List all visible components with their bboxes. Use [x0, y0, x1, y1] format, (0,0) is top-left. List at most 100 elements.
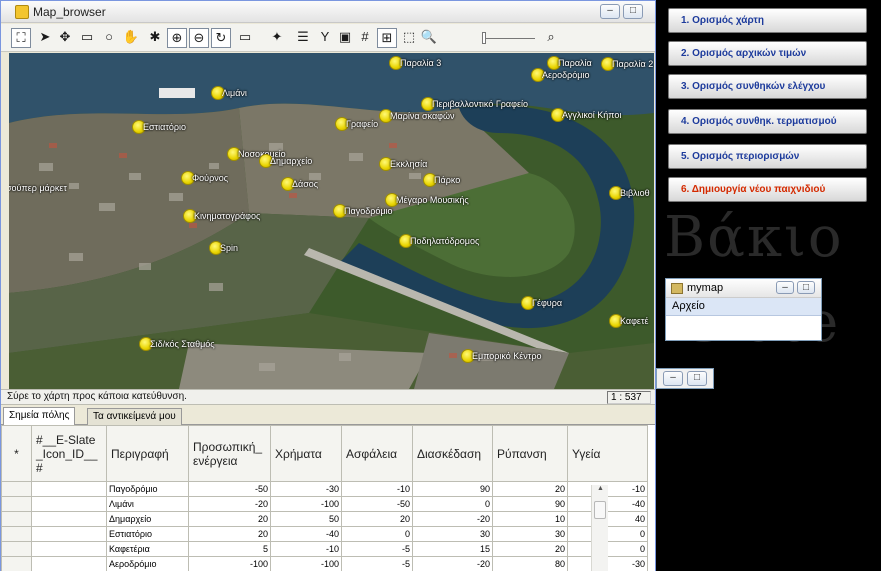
cell-fun[interactable]: 15 — [412, 541, 493, 557]
refresh-icon[interactable]: ↻ — [211, 28, 231, 48]
cell-personal-energy[interactable]: -20 — [188, 496, 271, 512]
map-marker[interactable]: Δάσος — [281, 177, 318, 191]
zoom-window-icon[interactable]: ⬚ — [399, 28, 419, 48]
map-marker[interactable]: Ποδηλατόδρομος — [399, 234, 479, 248]
cell-fun[interactable]: -20 — [412, 511, 493, 527]
cell-money[interactable]: -100 — [270, 556, 342, 571]
map-marker[interactable]: σούπερ μάρκετ — [9, 181, 67, 195]
map-marker[interactable]: Παγοδρόμιο — [333, 204, 393, 218]
map-marker[interactable]: Καφετέ — [609, 314, 649, 328]
cell-description[interactable]: Εστιατόριο — [106, 526, 189, 542]
minimize-button[interactable]: – — [776, 281, 794, 294]
cell-fun[interactable]: 30 — [412, 526, 493, 542]
cell-safety[interactable]: 0 — [341, 526, 413, 542]
cell-money[interactable]: -10 — [270, 541, 342, 557]
magnifier-icon[interactable]: ⌕ — [541, 28, 561, 48]
row-header[interactable] — [1, 496, 32, 512]
layers-icon[interactable]: ☰ — [293, 28, 313, 48]
window-titlebar[interactable]: Map_browser – □ — [1, 1, 655, 23]
scroll-thumb[interactable] — [594, 501, 606, 519]
new-game-button[interactable]: 6. Δημιουργία νέου παιχνιδιού — [668, 177, 867, 202]
column-header[interactable]: Ρύπανση — [492, 425, 568, 482]
map-marker[interactable]: Μέγαρο Μουσικής — [385, 193, 469, 207]
pin-icon[interactable]: ✱ — [145, 28, 165, 48]
row-header[interactable] — [1, 541, 32, 557]
filter-icon[interactable]: Y — [315, 28, 335, 48]
grid-icon[interactable]: # — [355, 28, 375, 48]
cell-pollution[interactable]: 20 — [492, 541, 568, 557]
minimized-window[interactable]: – □ — [656, 368, 714, 389]
cell-description[interactable]: Λιμάνι — [106, 496, 189, 512]
table-row[interactable]: Καφετέρια 5 -10 -5 15 20 0 — [1, 541, 648, 557]
map-marker[interactable]: Δημαρχείο — [259, 154, 312, 168]
zoom-in-icon[interactable]: ⊕ — [167, 28, 187, 48]
table-row[interactable]: Αεροδρόμιο -100 -100 -5 -20 80 -30 — [1, 556, 648, 571]
cell-safety[interactable]: -5 — [341, 556, 413, 571]
row-header[interactable] — [1, 556, 32, 571]
map-marker[interactable]: Γέφυρα — [521, 296, 562, 310]
cell-fun[interactable]: 0 — [412, 496, 493, 512]
grab-icon[interactable]: ✋ — [121, 28, 141, 48]
cell-safety[interactable]: -5 — [341, 541, 413, 557]
cell-safety[interactable]: -10 — [341, 481, 413, 497]
table-row[interactable]: Δημαρχείο 20 50 20 -20 10 40 — [1, 511, 648, 527]
column-header[interactable]: Διασκέδαση — [412, 425, 493, 482]
map-marker[interactable]: Αεροδρόμιο — [531, 68, 589, 82]
cell-pollution[interactable]: 30 — [492, 526, 568, 542]
cell-personal-energy[interactable]: 20 — [188, 511, 271, 527]
cell-safety[interactable]: -50 — [341, 496, 413, 512]
row-header[interactable] — [1, 481, 32, 497]
cell-fun[interactable]: 90 — [412, 481, 493, 497]
cell-icon-id[interactable] — [31, 481, 107, 497]
table-row[interactable]: Εστιατόριο 20 -40 0 30 30 0 — [1, 526, 648, 542]
cell-money[interactable]: -40 — [270, 526, 342, 542]
cell-personal-energy[interactable]: 5 — [188, 541, 271, 557]
map-marker[interactable]: Εστιατόριο — [132, 120, 186, 134]
map-marker[interactable]: Βιβλιοθ — [609, 186, 650, 200]
menu-file[interactable]: Αρχείο — [666, 298, 821, 316]
table-row[interactable]: Λιμάνι -20 -100 -50 0 90 -40 — [1, 496, 648, 512]
cell-icon-id[interactable] — [31, 526, 107, 542]
map-marker[interactable]: Εμπορικό Κέντρο — [461, 349, 542, 363]
cell-icon-id[interactable] — [31, 541, 107, 557]
map-marker[interactable]: Λιμάνι — [211, 86, 247, 100]
cell-pollution[interactable]: 90 — [492, 496, 568, 512]
constraints-button[interactable]: 5. Ορισμός περιορισμών — [668, 144, 867, 169]
cell-fun[interactable]: -20 — [412, 556, 493, 571]
tab-my-objects[interactable]: Τα αντικείμενά μου — [87, 408, 182, 425]
initial-values-button[interactable]: 2. Ορισμός αρχικών τιμών — [668, 41, 867, 66]
cell-pollution[interactable]: 80 — [492, 556, 568, 571]
image-icon[interactable]: ▣ — [335, 28, 355, 48]
rect-select-icon[interactable]: ▭ — [77, 28, 97, 48]
pan-icon[interactable]: ✥ — [55, 28, 75, 48]
grid-scrollbar[interactable]: ▲ — [591, 485, 608, 571]
maximize-button[interactable]: □ — [687, 371, 707, 386]
cell-money[interactable]: -30 — [270, 481, 342, 497]
column-header[interactable]: Χρήματα — [270, 425, 342, 482]
cell-personal-energy[interactable]: 20 — [188, 526, 271, 542]
cell-money[interactable]: -100 — [270, 496, 342, 512]
minimize-button[interactable]: – — [600, 4, 620, 19]
scroll-up-icon[interactable]: ▲ — [592, 485, 609, 497]
map-marker[interactable]: Παραλία 3 — [389, 56, 441, 70]
cell-money[interactable]: 50 — [270, 511, 342, 527]
cell-description[interactable]: Δημαρχείο — [106, 511, 189, 527]
center-icon[interactable]: ⊞ — [377, 28, 397, 48]
cell-icon-id[interactable] — [31, 496, 107, 512]
cell-description[interactable]: Καφετέρια — [106, 541, 189, 557]
map-marker[interactable]: Παραλία 2 — [601, 57, 653, 71]
map-view[interactable]: Παραλία 3 Παραλία Παραλία 2 Αεροδρόμιο Λ… — [9, 53, 654, 389]
cell-safety[interactable]: 20 — [341, 511, 413, 527]
zoom-out-icon[interactable]: ⊖ — [189, 28, 209, 48]
check-conditions-button[interactable]: 3. Ορισμός συνθηκών ελέγχου — [668, 74, 867, 99]
column-header[interactable]: Περιγραφή — [106, 425, 189, 482]
cell-description[interactable]: Αεροδρόμιο — [106, 556, 189, 571]
column-header[interactable]: Προσωπική_ενέργεια — [188, 425, 271, 482]
cell-personal-energy[interactable]: -50 — [188, 481, 271, 497]
table-row[interactable]: Παγοδρόμιο -50 -30 -10 90 20 -10 — [1, 481, 648, 497]
cell-personal-energy[interactable]: -100 — [188, 556, 271, 571]
map-marker[interactable]: Spin — [209, 241, 238, 255]
column-header[interactable]: Ασφάλεια — [341, 425, 413, 482]
cell-icon-id[interactable] — [31, 556, 107, 571]
minimize-button[interactable]: – — [663, 371, 683, 386]
